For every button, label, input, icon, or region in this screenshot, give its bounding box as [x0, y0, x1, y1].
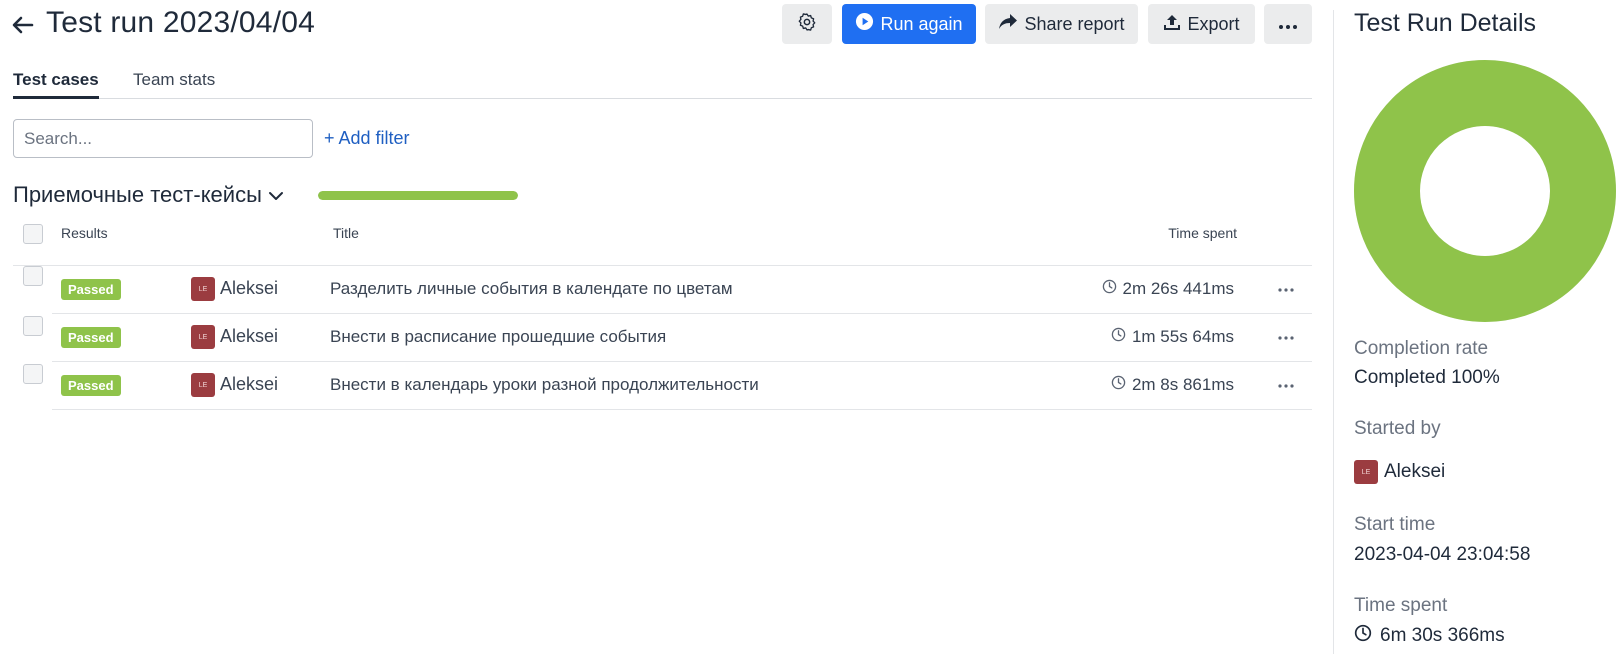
- assignee-name: Aleksei: [220, 278, 279, 298]
- completion-donut-chart: [1354, 60, 1616, 322]
- case-title[interactable]: Внести в расписание прошедшие события: [330, 327, 666, 347]
- page-title: Test run 2023/04/04: [46, 6, 315, 39]
- select-all-checkbox[interactable]: [23, 224, 43, 244]
- clock-icon: [1111, 375, 1126, 395]
- search-input[interactable]: [13, 119, 313, 158]
- details-title: Test Run Details: [1354, 9, 1537, 37]
- tab-team-stats[interactable]: Team stats: [133, 70, 215, 90]
- ellipsis-icon: [1278, 384, 1294, 388]
- run-again-label: Run again: [880, 13, 963, 34]
- column-time-spent: Time spent: [1168, 225, 1237, 241]
- column-title: Title: [333, 225, 359, 241]
- table-row[interactable]: Passed LE Aleksei Внести в календарь уро…: [52, 362, 1312, 410]
- clock-icon: [1102, 279, 1117, 299]
- run-again-button[interactable]: Run again: [842, 4, 976, 44]
- status-badge: Passed: [61, 279, 121, 300]
- table-row[interactable]: Passed LE Aleksei Внести в расписание пр…: [52, 314, 1312, 362]
- row-checkbox[interactable]: [23, 266, 43, 286]
- assignee-name: Aleksei: [220, 326, 279, 346]
- row-checkbox[interactable]: [23, 364, 43, 384]
- suite-header[interactable]: Приемочные тест-кейсы: [13, 182, 284, 208]
- total-time-spent: 6m 30s 366ms: [1354, 624, 1505, 648]
- tab-test-cases[interactable]: Test cases: [13, 70, 99, 99]
- suite-progress-bar: [318, 191, 518, 200]
- start-time-label: Start time: [1354, 514, 1436, 535]
- assignee-name: Aleksei: [220, 374, 279, 394]
- time-spent-value: 2m 8s 861ms: [1131, 375, 1234, 394]
- chevron-down-icon: [268, 182, 284, 208]
- time-spent-value: 6m 30s 366ms: [1380, 625, 1505, 646]
- share-report-label: Share report: [1024, 13, 1125, 34]
- panel-divider: [1333, 10, 1334, 654]
- avatar: LE: [1354, 460, 1378, 484]
- avatar: LE: [191, 277, 215, 301]
- time-spent: 1m 55s 64ms: [1111, 327, 1234, 347]
- share-arrow-icon: [998, 13, 1018, 36]
- started-by-name: Aleksei: [1384, 461, 1446, 482]
- row-select: [13, 362, 43, 410]
- time-spent-value: 1m 55s 64ms: [1131, 327, 1234, 346]
- row-more-button[interactable]: [1274, 326, 1298, 350]
- main-panel: Test run 2023/04/04 Run again Share repo…: [0, 0, 1312, 654]
- gear-icon: [797, 12, 817, 37]
- export-label: Export: [1187, 13, 1240, 34]
- table-row[interactable]: Passed LE Aleksei Разделить личные событ…: [52, 266, 1312, 314]
- back-arrow-icon[interactable]: [10, 12, 36, 38]
- table-header: Results Title Time spent: [13, 224, 1312, 266]
- row-select: [13, 266, 43, 314]
- time-spent-label: Time spent: [1354, 595, 1448, 616]
- row-checkbox[interactable]: [23, 316, 43, 336]
- row-more-button[interactable]: [1274, 278, 1298, 302]
- suite-title: Приемочные тест-кейсы: [13, 182, 262, 207]
- row-more-button[interactable]: [1274, 374, 1298, 398]
- suite-progress-fill: [318, 191, 518, 200]
- ellipsis-icon: [1278, 14, 1298, 35]
- more-actions-button[interactable]: [1264, 4, 1312, 44]
- started-by-label: Started by: [1354, 418, 1441, 439]
- clock-icon: [1354, 624, 1372, 648]
- ellipsis-icon: [1278, 288, 1294, 292]
- case-title[interactable]: Внести в календарь уроки разной продолжи…: [330, 375, 759, 395]
- start-time-value: 2023-04-04 23:04:58: [1354, 544, 1531, 565]
- time-spent: 2m 8s 861ms: [1111, 375, 1234, 395]
- avatar: LE: [191, 325, 215, 349]
- add-filter-link[interactable]: + Add filter: [324, 128, 410, 149]
- donut-completed-arc: [1354, 60, 1616, 322]
- export-button[interactable]: Export: [1148, 4, 1255, 44]
- ellipsis-icon: [1278, 336, 1294, 340]
- details-panel: Test Run Details Completion rate Complet…: [1354, 0, 1617, 654]
- status-badge: Passed: [61, 375, 121, 396]
- clock-icon: [1111, 327, 1126, 347]
- column-results: Results: [61, 225, 108, 241]
- row-select: [13, 314, 43, 362]
- time-spent: 2m 26s 441ms: [1102, 279, 1235, 299]
- upload-icon: [1163, 13, 1181, 36]
- share-report-button[interactable]: Share report: [985, 4, 1138, 44]
- settings-button[interactable]: [782, 4, 832, 44]
- avatar: LE: [191, 373, 215, 397]
- status-badge: Passed: [61, 327, 121, 348]
- tab-bar: Test cases Team stats: [13, 68, 1312, 99]
- completion-rate-value: Completed 100%: [1354, 367, 1500, 388]
- time-spent-value: 2m 26s 441ms: [1122, 279, 1235, 298]
- completion-rate-label: Completion rate: [1354, 338, 1489, 359]
- case-title[interactable]: Разделить личные события в календате по …: [330, 279, 733, 299]
- play-circle-icon: [855, 12, 874, 36]
